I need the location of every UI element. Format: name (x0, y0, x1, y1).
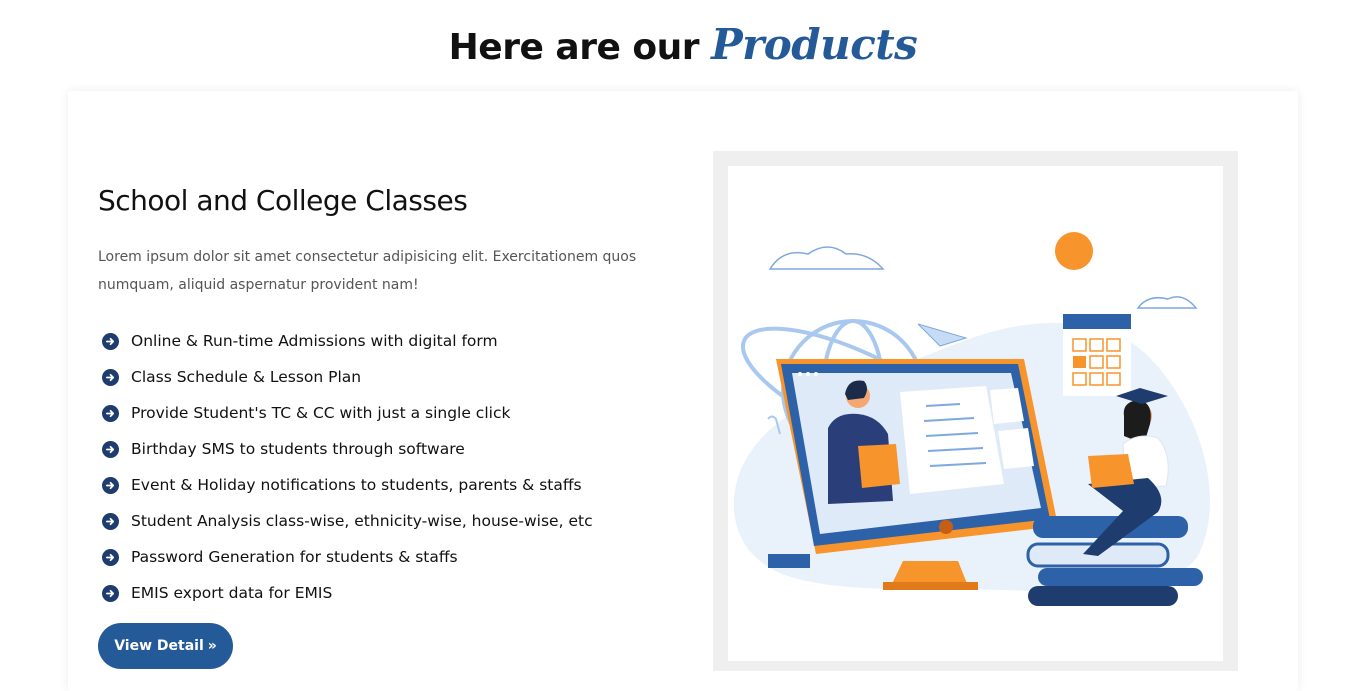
arrow-right-circle-icon (102, 584, 119, 602)
arrow-right-circle-icon (102, 512, 119, 530)
arrow-right-circle-icon (102, 368, 119, 386)
illustration-frame (713, 151, 1238, 671)
double-chevron-right-icon: » (207, 638, 217, 654)
product-description: Lorem ipsum dolor sit amet consectetur a… (98, 249, 637, 293)
arrow-right-circle-icon (102, 404, 119, 422)
section-title-accent: Products (711, 20, 918, 70)
section-title-prefix: Here are our (448, 27, 700, 69)
view-detail-button[interactable]: View Detail » (98, 623, 233, 669)
feature-item: Student Analysis class-wise, ethnicity-w… (102, 503, 593, 539)
product-card: School and College Classes Lorem ipsum d… (68, 91, 1298, 691)
feature-label: EMIS export data for EMIS (131, 584, 333, 602)
view-detail-label: View Detail (114, 638, 204, 654)
product-title: School and College Classes (98, 184, 468, 217)
feature-item: Class Schedule & Lesson Plan (102, 359, 593, 395)
arrow-right-circle-icon (102, 476, 119, 494)
feature-label: Provide Student's TC & CC with just a si… (131, 404, 511, 422)
illustration-panel (728, 166, 1223, 661)
feature-label: Online & Run-time Admissions with digita… (131, 332, 498, 350)
feature-label: Password Generation for students & staff… (131, 548, 458, 566)
feature-label: Birthday SMS to students through softwar… (131, 440, 465, 458)
arrow-right-circle-icon (102, 440, 119, 458)
feature-item: Event & Holiday notifications to student… (102, 467, 593, 503)
feature-item: EMIS export data for EMIS (102, 575, 593, 611)
feature-list: Online & Run-time Admissions with digita… (102, 323, 593, 611)
arrow-right-circle-icon (102, 548, 119, 566)
online-education-illustration (733, 232, 1210, 606)
feature-item: Birthday SMS to students through softwar… (102, 431, 593, 467)
feature-label: Event & Holiday notifications to student… (131, 476, 582, 494)
section-title: Here are our Products (0, 24, 1366, 69)
feature-item: Online & Run-time Admissions with digita… (102, 323, 593, 359)
arrow-right-circle-icon (102, 332, 119, 350)
feature-item: Provide Student's TC & CC with just a si… (102, 395, 593, 431)
feature-label: Class Schedule & Lesson Plan (131, 368, 362, 386)
feature-label: Student Analysis class-wise, ethnicity-w… (131, 512, 593, 530)
feature-item: Password Generation for students & staff… (102, 539, 593, 575)
